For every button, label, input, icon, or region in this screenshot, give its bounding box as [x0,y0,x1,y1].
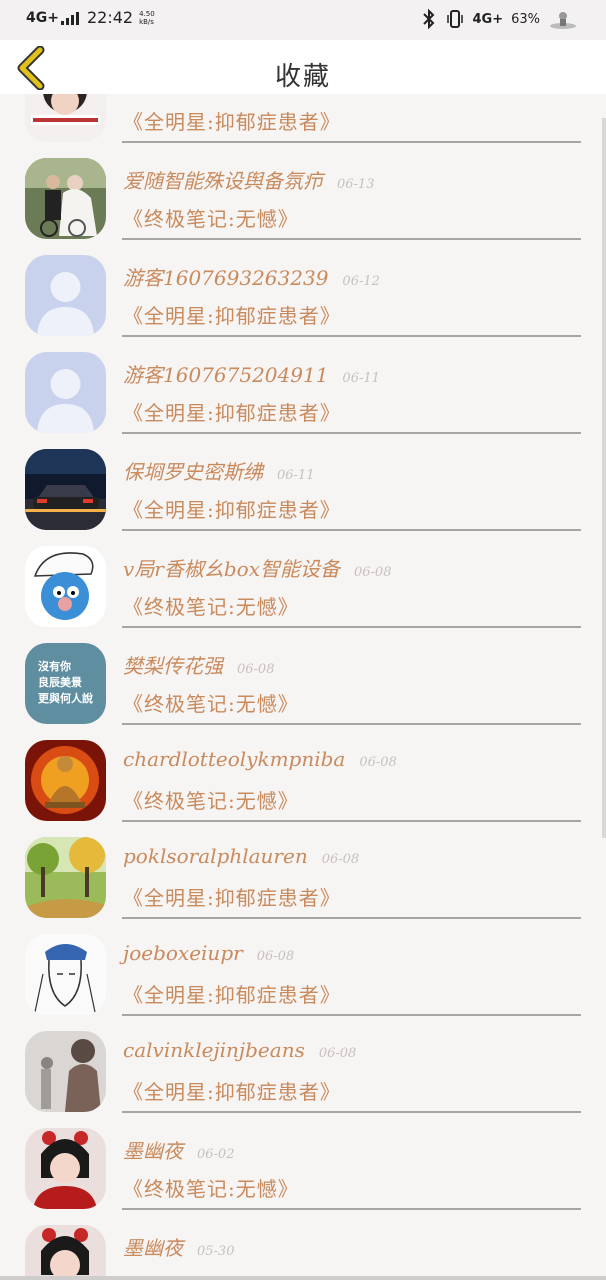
list-item[interactable]: 《全明星:抑郁症患者》 [0,94,606,143]
item-date: 06-08 [318,1046,357,1061]
default-avatar-icon [25,255,106,336]
item-work-title: 《终极笔记:无憾》 [123,1177,299,1201]
item-name: 爱随智能殊设舆备氛疖 06-13 [123,169,375,193]
item-name: 游客1607675204911 06-11 [123,363,380,387]
status-avatar-icon [550,12,576,29]
item-date: 06-11 [277,468,315,483]
list-item[interactable]: v局r香椒幺box智能设备 06-08 《终极笔记:无憾》 [0,531,606,628]
list-item[interactable]: 沒有你 良辰美景 更與何人說 樊梨传花强 06-08 《终极笔记:无憾》 [0,628,606,725]
item-work-title: 《全明星:抑郁症患者》 [123,110,341,134]
item-work-title: 《全明星:抑郁症患者》 [123,401,341,425]
bottom-strip [0,1276,606,1280]
user-avatar [25,546,106,627]
status-time: 22:42 [86,8,134,27]
item-date: 06-08 [359,755,397,770]
bluetooth-icon [423,9,435,29]
user-avatar [25,94,106,142]
item-date: 06-08 [353,565,392,580]
list-item[interactable]: joeboxeiupr 06-08 《全明星:抑郁症患者》 [0,919,606,1016]
item-date: 06-08 [237,662,275,677]
item-work-title: 《全明星:抑郁症患者》 [123,983,341,1007]
item-date: 06-12 [342,274,380,289]
item-work-title: 《终极笔记:无憾》 [123,692,299,716]
user-avatar [25,449,106,530]
user-avatar [25,1031,106,1112]
item-work-title: 《终极笔记:无憾》 [123,595,299,619]
scrollbar[interactable] [602,118,606,838]
list-item[interactable]: 爱随智能殊设舆备氛疖 06-13 《终极笔记:无憾》 [0,143,606,240]
item-name: 樊梨传花强 06-08 [123,654,275,678]
list-item[interactable]: 墨幽夜 06-02 《终极笔记:无憾》 [0,1113,606,1210]
item-date: 06-02 [197,1147,235,1162]
list-item[interactable]: poklsoralphlauren 06-08 《全明星:抑郁症患者》 [0,822,606,919]
user-avatar [25,158,106,239]
item-name: joeboxeiupr 06-08 [123,941,295,965]
list-item[interactable]: 保埛罗史密斯绋 06-11 《全明星:抑郁症患者》 [0,434,606,531]
item-work-title: 《全明星:抑郁症患者》 [123,1080,341,1104]
user-avatar [25,1128,106,1209]
title-bar: 收藏 [0,40,606,94]
item-work-title: 《全明星:抑郁症患者》 [123,304,341,328]
status-bar: 4G+ 22:42 4.50 kB/s 4G+ 63% [0,0,606,40]
battery-level: 63% [511,11,540,27]
item-date: 06-08 [321,852,360,867]
item-date: 05-30 [197,1244,235,1259]
item-name: poklsoralphlauren 06-08 [123,844,360,868]
item-name: chardlotteolykmpniba 06-08 [123,747,397,771]
item-name: 游客1607693263239 06-12 [123,266,380,290]
network-type-2: 4G+ [472,11,504,27]
vibrate-icon [447,10,464,28]
network-type: 4G+ [26,9,59,26]
item-work-title: 《全明星:抑郁症患者》 [123,886,341,910]
avatar-quote-line: 良辰美景 [38,676,82,689]
item-name: 保埛罗史密斯绋 06-11 [123,460,315,484]
avatar-quote-line: 沒有你 [38,660,71,673]
user-avatar [25,740,106,821]
item-name: calvinklejinjbeans 06-08 [123,1038,357,1062]
item-date: 06-13 [337,177,375,192]
default-avatar-icon [25,352,106,433]
list-item[interactable]: chardlotteolykmpniba 06-08 《终极笔记:无憾》 [0,725,606,822]
user-avatar: 沒有你 良辰美景 更與何人說 [25,643,106,724]
item-name: v局r香椒幺box智能设备 06-08 [123,557,392,581]
list-item[interactable]: 墨幽夜05-30 《终极笔记:无憾》 [0,1210,606,1280]
signal-icon [60,11,79,25]
item-date: 06-11 [342,371,380,386]
item-work-title: 《终极笔记:无憾》 [123,207,299,231]
item-name: 墨幽夜 05-30 [123,1236,235,1260]
list-item[interactable]: 游客1607675204911 06-11 《全明星:抑郁症患者》 [0,337,606,434]
favorites-list[interactable]: 《全明星:抑郁症患者》 爱随智能殊设舆备氛疖 06-13 《终极笔记:无憾》 游… [0,94,606,1280]
item-date: 06-08 [256,949,295,964]
item-name: 墨幽夜 06-02 [123,1139,235,1163]
list-item[interactable]: 游客1607693263239 06-12 《全明星:抑郁症患者》 [0,240,606,337]
network-speed: 4.50 kB/s [139,9,155,26]
item-work-title: 《全明星:抑郁症患者》 [123,498,341,522]
user-avatar [25,934,106,1015]
user-avatar [25,837,106,918]
user-avatar [25,1225,106,1280]
page-title: 收藏 [274,62,331,92]
list-item[interactable]: calvinklejinjbeans 06-08 《全明星:抑郁症患者》 [0,1016,606,1113]
item-work-title: 《终极笔记:无憾》 [123,789,299,813]
avatar-quote-line: 更與何人說 [38,692,93,705]
